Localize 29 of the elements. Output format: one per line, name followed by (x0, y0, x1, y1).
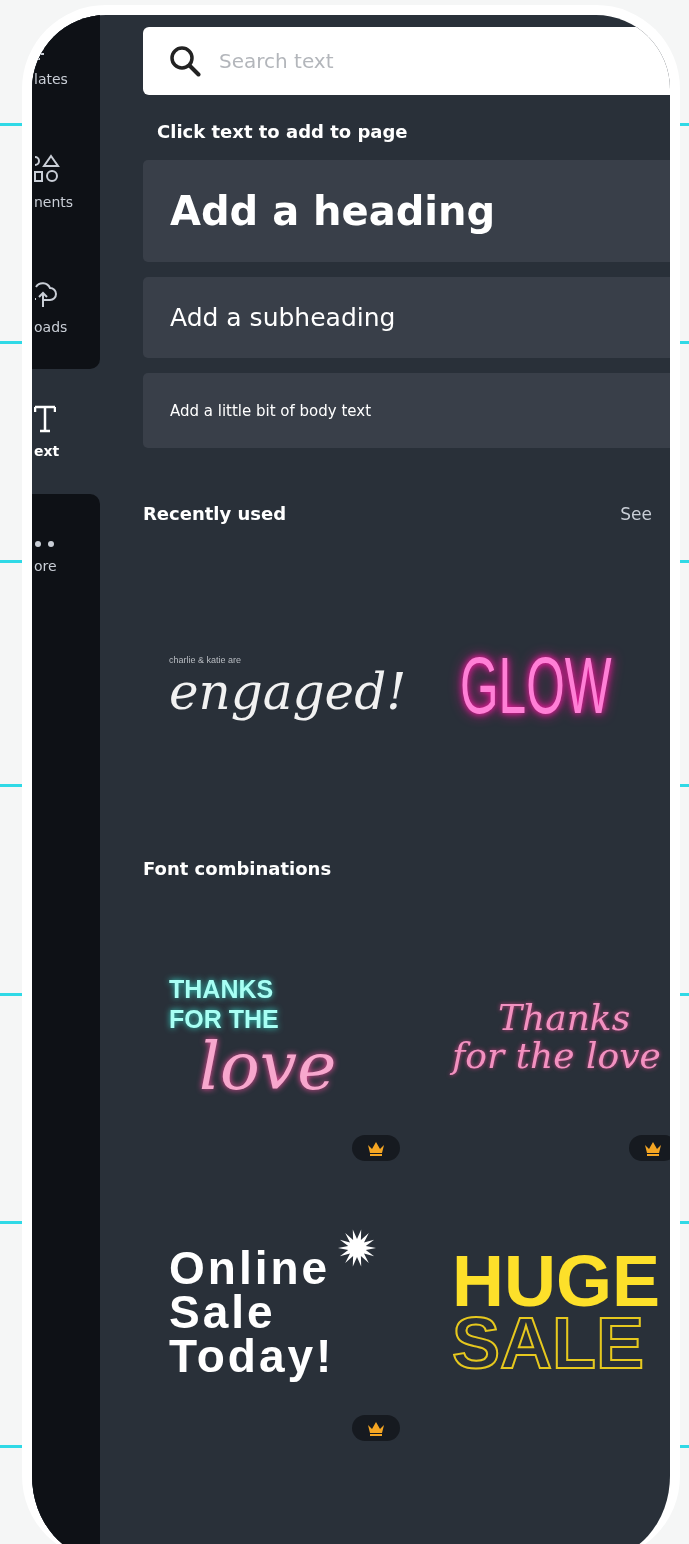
caption-text: charlie & katie are (169, 655, 242, 665)
more-dots-icon (34, 539, 56, 548)
bold-text-preview[interactable]: Sale (169, 1290, 335, 1334)
script-text-preview[interactable]: love (199, 1034, 337, 1100)
outline-text-preview[interactable]: SALE (452, 1312, 645, 1374)
sidebar-item[interactable]: nents (32, 119, 100, 244)
crown-icon (367, 1420, 385, 1436)
heading-text-button[interactable]: Add a heading (143, 160, 670, 262)
bold-text-preview[interactable]: HUGE (452, 1250, 661, 1312)
search-field[interactable]: Search text (143, 27, 670, 95)
script-text-preview[interactable]: Thanks (498, 999, 631, 1037)
sidebar-item[interactable]: oads (32, 244, 100, 369)
sidebar-item[interactable]: ore (32, 494, 100, 619)
section-heading: Font combinations (143, 858, 332, 879)
neon-text-preview[interactable]: THANKS (169, 974, 274, 1004)
crown-icon (644, 1140, 662, 1156)
text-t-icon (34, 404, 56, 433)
subheading-text-button[interactable]: Add a subheading (143, 277, 670, 358)
body-text-button[interactable]: Add a little bit of body text (143, 373, 670, 448)
section-heading: Click text to add to page (157, 121, 409, 142)
shapes-icon (34, 153, 60, 184)
neon-text-preview[interactable]: GLOW (460, 646, 612, 726)
search-icon (169, 45, 201, 77)
bold-text-preview[interactable]: Online (169, 1246, 335, 1290)
crown-icon (367, 1140, 385, 1156)
see-all-link[interactable]: See (620, 503, 652, 524)
section-heading: Recently used (143, 503, 287, 524)
sidebar-item[interactable]: lates (32, 15, 100, 119)
neon-text-preview[interactable]: FOR THE (169, 1004, 279, 1034)
